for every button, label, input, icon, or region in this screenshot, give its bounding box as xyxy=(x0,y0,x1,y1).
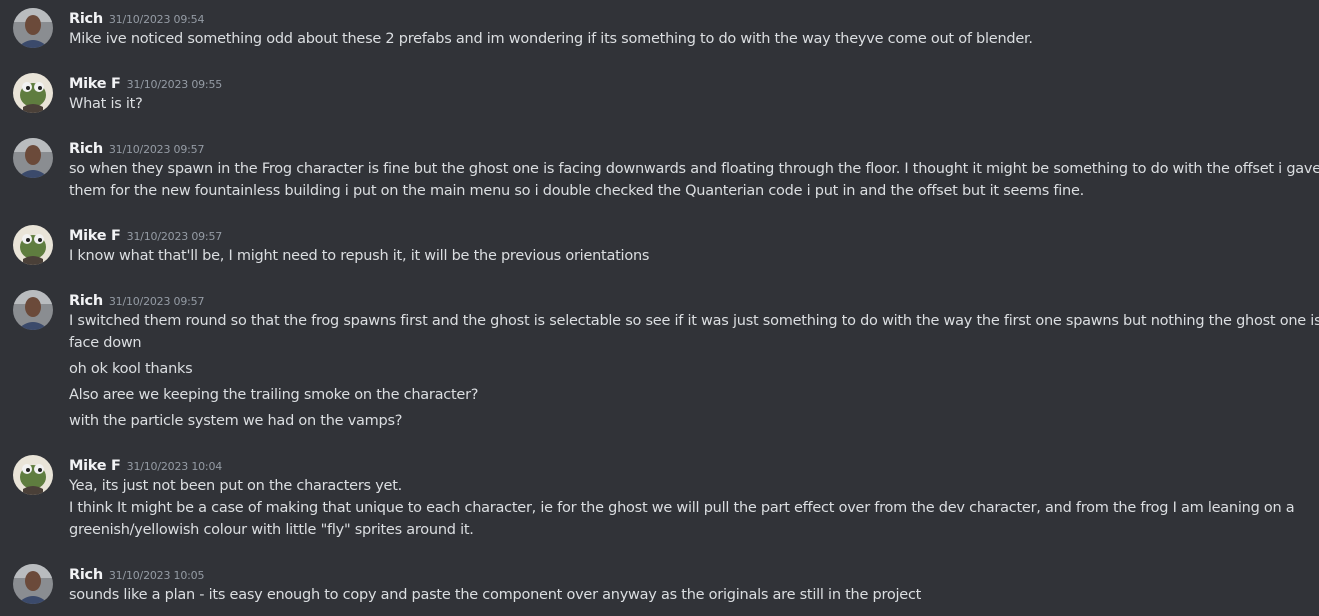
author-name[interactable]: Mike F xyxy=(69,76,121,92)
message-text: Also aree we keeping the trailing smoke … xyxy=(69,387,479,403)
frog-avatar-icon xyxy=(13,73,53,113)
message-timestamp[interactable]: 31/10/2023 09:55 xyxy=(127,78,223,91)
avatar-mike[interactable] xyxy=(13,225,53,265)
message-text: greenish/yellowish colour with little "f… xyxy=(69,522,474,538)
avatar-rich[interactable] xyxy=(13,138,53,178)
person-photo-avatar-icon xyxy=(13,138,53,178)
author-name[interactable]: Rich xyxy=(69,11,103,27)
message-timestamp[interactable]: 31/10/2023 09:57 xyxy=(127,230,223,243)
message-timestamp[interactable]: 31/10/2023 09:54 xyxy=(109,13,205,26)
message-text: Mike ive noticed something odd about the… xyxy=(69,31,1033,47)
message-text: What is it? xyxy=(69,96,143,112)
message-text: oh ok kool thanks xyxy=(69,361,193,377)
avatar-rich[interactable] xyxy=(13,290,53,330)
author-name[interactable]: Rich xyxy=(69,293,103,309)
message-text: them for the new fountainless building i… xyxy=(69,183,1084,199)
message-timestamp[interactable]: 31/10/2023 10:04 xyxy=(127,460,223,473)
person-photo-avatar-icon xyxy=(13,564,53,604)
person-photo-avatar-icon xyxy=(13,8,53,48)
message-text: Yea, its just not been put on the charac… xyxy=(69,478,403,494)
message-timestamp[interactable]: 31/10/2023 09:57 xyxy=(109,295,205,308)
avatar-mike[interactable] xyxy=(13,455,53,495)
author-name[interactable]: Rich xyxy=(69,141,103,157)
message-text: with the particle system we had on the v… xyxy=(69,413,403,429)
author-name[interactable]: Rich xyxy=(69,567,103,583)
message-text: sounds like a plan - its easy enough to … xyxy=(69,587,922,603)
author-name[interactable]: Mike F xyxy=(69,458,121,474)
avatar-rich[interactable] xyxy=(13,8,53,48)
message-timestamp[interactable]: 31/10/2023 09:57 xyxy=(109,143,205,156)
message-timestamp[interactable]: 31/10/2023 10:05 xyxy=(109,569,205,582)
message-text: I switched them round so that the frog s… xyxy=(69,313,1319,329)
message-text: face down xyxy=(69,335,142,351)
message-text: I think It might be a case of making tha… xyxy=(69,500,1295,516)
frog-avatar-icon xyxy=(13,455,53,495)
avatar-rich[interactable] xyxy=(13,564,53,604)
message-text: I know what that'll be, I might need to … xyxy=(69,248,650,264)
message-text: so when they spawn in the Frog character… xyxy=(69,161,1319,177)
person-photo-avatar-icon xyxy=(13,290,53,330)
chat-log: Rich 31/10/2023 09:54 Mike ive noticed so… xyxy=(0,0,1319,616)
frog-avatar-icon xyxy=(13,225,53,265)
avatar-mike[interactable] xyxy=(13,73,53,113)
author-name[interactable]: Mike F xyxy=(69,228,121,244)
